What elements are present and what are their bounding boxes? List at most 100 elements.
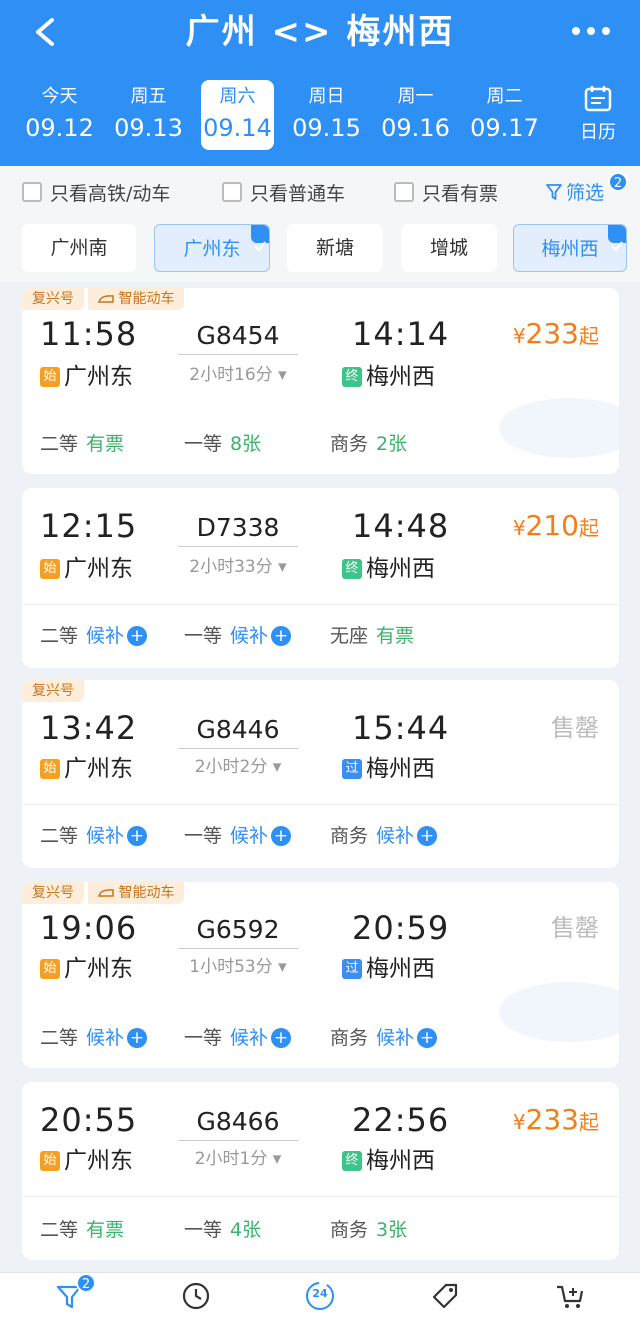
station-chip-selected[interactable]: 广州东 — [154, 224, 270, 272]
train-card[interactable]: 12:15 D7338 14:48 ¥210起 始 广州东 2小时33分 ▾ 终… — [22, 488, 619, 668]
departure-time: 20:55 — [40, 1101, 138, 1139]
waitlist-plus-icon[interactable]: + — [127, 626, 148, 646]
arrival-time: 22:56 — [352, 1101, 450, 1139]
seat-name: 一等 — [184, 1219, 223, 1241]
date-tab[interactable]: 周二 09.17 — [460, 80, 549, 150]
high-speed-only-checkbox[interactable]: 只看高铁/动车 — [22, 180, 170, 205]
seat-name: 一等 — [184, 433, 223, 455]
seat-first-class: 一等 8张 — [184, 430, 261, 458]
date-tab[interactable]: 周一 09.16 — [371, 80, 460, 150]
seat-second-class[interactable]: 二等 候补 + — [40, 822, 148, 850]
train-card[interactable]: 复兴号 智能动车 19:06 G6592 20:59 售罄 始 广州东 1小时5… — [22, 882, 619, 1068]
caret-down-icon: ▾ — [272, 757, 282, 777]
funnel-icon — [546, 183, 562, 200]
time-sort-button[interactable] — [178, 1279, 214, 1311]
seat-first-class[interactable]: 一等 候补 + — [184, 1024, 292, 1052]
station-chip[interactable]: 广州南 — [22, 224, 136, 272]
price-currency: ¥ — [512, 516, 526, 540]
seat-name: 一等 — [184, 1027, 223, 1049]
regular-only-checkbox[interactable]: 只看普通车 — [222, 180, 345, 205]
seat-first-class[interactable]: 一等 候补 + — [184, 822, 292, 850]
train-card[interactable]: 20:55 G8466 22:56 ¥233起 始 广州东 2小时1分 ▾ 终 … — [22, 1082, 619, 1260]
filter-button[interactable]: 筛选 2 — [546, 172, 628, 205]
departure-station: 始 广州东 — [40, 954, 133, 984]
date-tab[interactable]: 今天 09.12 — [15, 80, 104, 150]
date-tab-selected[interactable]: 周六 09.14 — [201, 80, 274, 150]
waitlist-plus-icon[interactable]: + — [271, 626, 292, 646]
station-chip[interactable]: 新塘 — [287, 224, 383, 272]
seat-name: 二等 — [40, 825, 79, 847]
checkbox-label: 只看有票 — [422, 182, 499, 205]
duration[interactable]: 1小时53分 ▾ — [178, 954, 298, 980]
divider — [22, 1196, 619, 1197]
decorative-wave — [499, 398, 619, 458]
waitlist-plus-icon[interactable]: + — [271, 826, 292, 846]
price: ¥210起 — [513, 506, 599, 548]
duration[interactable]: 2小时1分 ▾ — [178, 1146, 298, 1172]
checkbox-box — [22, 182, 42, 202]
station-chip-selected[interactable]: 梅州西 — [513, 224, 627, 272]
origin-badge: 始 — [40, 759, 60, 779]
train-card[interactable]: 复兴号 13:42 G8446 15:44 售罄 始 广州东 2小时2分 ▾ 过… — [22, 680, 619, 868]
date-weekday: 周日 — [308, 86, 345, 107]
date-value: 09.15 — [292, 114, 361, 142]
seat-availability: 有票 — [86, 1219, 125, 1241]
price-value: 233 — [525, 317, 579, 350]
seat-availability: 候补 — [230, 825, 269, 847]
arrival-time: 14:14 — [352, 315, 450, 353]
departure-station: 始 广州东 — [40, 554, 133, 584]
seat-business-class[interactable]: 商务 候补 + — [330, 822, 438, 850]
twenty-four-hour-button[interactable]: 24 — [302, 1279, 338, 1311]
seat-availability: 候补 — [230, 1027, 269, 1049]
waitlist-plus-icon[interactable]: + — [127, 1028, 148, 1048]
duration-text: 2小时1分 — [194, 1149, 268, 1169]
seat-availability: 候补 — [86, 825, 125, 847]
origin-badge: 始 — [40, 367, 60, 387]
duration[interactable]: 2小时2分 ▾ — [178, 754, 298, 780]
train-card[interactable]: 复兴号 智能动车 11:58 G8454 14:14 ¥233起 始 广州东 2… — [22, 288, 619, 474]
more-icon[interactable] — [568, 14, 614, 48]
divider — [22, 604, 619, 605]
departure-time: 11:58 — [40, 315, 138, 353]
date-strip: 今天 09.12 周五 09.13 周六 09.14 周日 09.15 周一 0… — [15, 80, 555, 150]
station-chip-label: 梅州西 — [541, 238, 599, 260]
station-chip[interactable]: 增城 — [401, 224, 497, 272]
calendar-button[interactable]: 日历 — [572, 84, 624, 146]
train-number: G6592 — [178, 912, 298, 949]
seat-first-class[interactable]: 一等 候补 + — [184, 622, 292, 650]
filter-tab-button[interactable]: 2 — [52, 1273, 96, 1311]
available-only-checkbox[interactable]: 只看有票 — [394, 180, 499, 205]
waitlist-plus-icon[interactable]: + — [417, 826, 438, 846]
arrival-station-name: 梅州西 — [366, 1148, 435, 1174]
seat-second-class[interactable]: 二等 候补 + — [40, 1024, 148, 1052]
seat-business-class[interactable]: 商务 候补 + — [330, 1024, 438, 1052]
duration[interactable]: 2小时16分 ▾ — [178, 362, 298, 388]
arrival-station: 过 梅州西 — [342, 954, 435, 984]
seat-second-class: 二等 有票 — [40, 430, 124, 458]
seat-availability: 候补 — [376, 825, 415, 847]
seat-name: 二等 — [40, 1027, 79, 1049]
price-suffix: 起 — [579, 1110, 599, 1134]
origin-badge: 始 — [40, 1151, 60, 1171]
seat-business-class: 商务 3张 — [330, 1216, 407, 1244]
waitlist-plus-icon[interactable]: + — [271, 1028, 292, 1048]
cart-button[interactable] — [552, 1279, 588, 1311]
seat-second-class[interactable]: 二等 候补 + — [40, 622, 148, 650]
train-number: G8446 — [178, 712, 298, 749]
date-value: 09.16 — [381, 114, 450, 142]
duration[interactable]: 2小时33分 ▾ — [178, 554, 298, 580]
date-tab[interactable]: 周五 09.13 — [104, 80, 193, 150]
waitlist-plus-icon[interactable]: + — [127, 826, 148, 846]
waitlist-plus-icon[interactable]: + — [417, 1028, 438, 1048]
price-tag-button[interactable] — [426, 1279, 462, 1311]
date-tab[interactable]: 周日 09.15 — [282, 80, 371, 150]
seat-first-class: 一等 4张 — [184, 1216, 261, 1244]
date-weekday: 周一 — [397, 86, 434, 107]
fuxing-tag: 复兴号 — [22, 882, 84, 904]
price: ¥233起 — [513, 314, 599, 356]
seat-name: 二等 — [40, 1219, 79, 1241]
departure-station: 始 广州东 — [40, 754, 133, 784]
arrival-time: 14:48 — [352, 507, 450, 545]
departure-time: 19:06 — [40, 909, 138, 947]
sold-out-status: 售罄 — [551, 714, 599, 742]
